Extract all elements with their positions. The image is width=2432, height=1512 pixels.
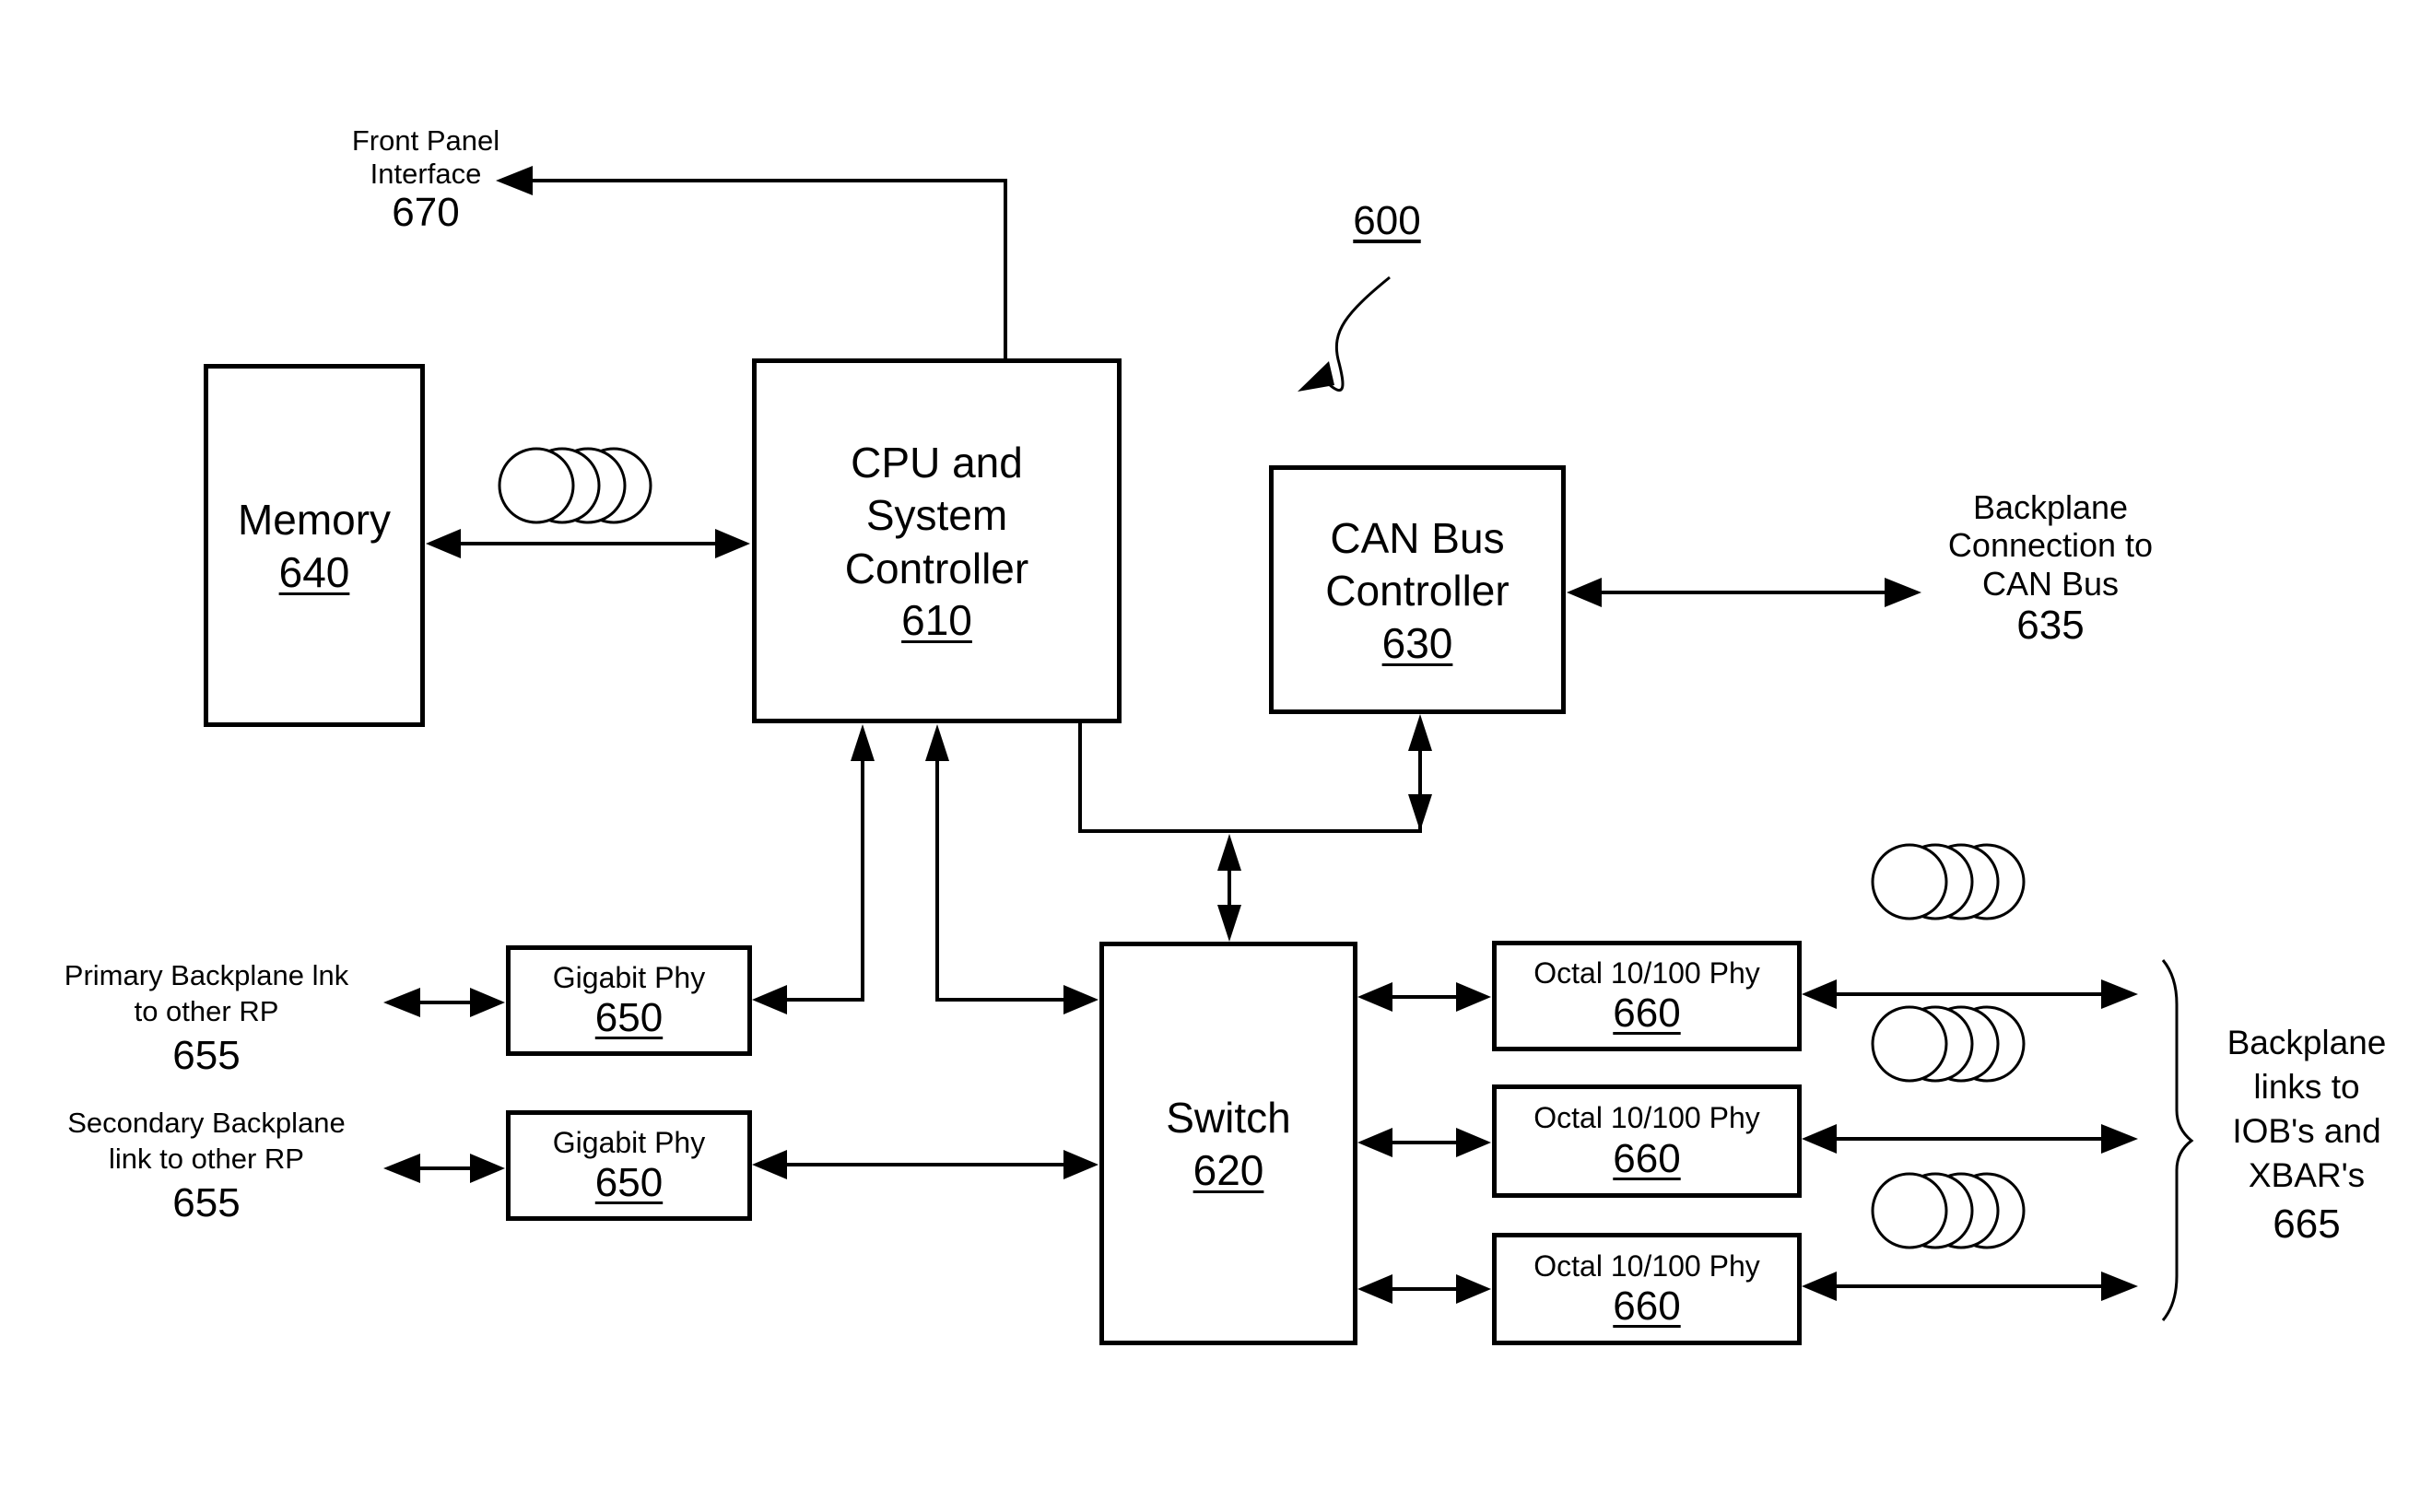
gigabit-phy-block: Gigabit Phy 650 [506,945,752,1056]
iob-links-line-3: IOB's and [2232,1112,2381,1151]
arrowhead-can-backplane [1885,578,1921,607]
octal-number: 660 [1613,1135,1681,1181]
iob-links-label: Backplane links to IOB's and XBAR's 665 [2227,1021,2387,1251]
arrowhead-switch-left-2 [1063,1150,1099,1179]
arrowhead-gigabit1-right [752,985,787,1014]
arrowhead-primary-right [470,988,505,1017]
front-panel-connector [533,179,1007,359]
arrowhead-cpu-bottom-2 [925,724,949,761]
arrowhead-gigabit2-right [752,1150,787,1179]
can-title-line-2: Controller [1325,567,1510,615]
arrowhead-switch-left-1 [1063,985,1099,1014]
disk-platter [498,447,575,524]
cpu-title-line-3: Controller [844,544,1029,592]
memory-title: Memory [237,496,392,545]
arrowhead-reference [1298,361,1334,392]
switch-title: Switch [1166,1094,1291,1143]
secondary-link-line-1: Secondary Backplane [67,1107,346,1139]
gigabit-number: 650 [594,1160,664,1206]
iob-links-number: 665 [2273,1201,2341,1248]
can-backplane-line-3: CAN Bus [1981,564,2120,603]
arrowhead-switch-right-2 [1357,1128,1392,1157]
gigabit-title: Gigabit Phy [552,960,706,994]
disk-stack-icon [498,447,652,524]
front-panel-line-1: Front Panel [351,124,500,157]
arrowhead-backplane3 [2101,1272,2138,1301]
arrowhead-front-panel [496,166,533,195]
arrowhead-octal2-left [1456,1128,1491,1157]
figure-reference: 600 [1353,198,1421,243]
iob-links-line-4: XBAR's [2248,1156,2366,1195]
cpu-title-line-2: System [865,491,1008,540]
arrowhead-backplane1 [2101,979,2138,1009]
primary-link-number: 655 [172,1032,241,1078]
gigabit-phy-block: Gigabit Phy 650 [506,1110,752,1221]
arrowhead-octal1-right [1802,979,1837,1009]
cpu-bus-connector [1078,721,1422,833]
secondary-link-label: Secondary Backplane link to other RP 655 [67,1106,346,1228]
octal-number: 660 [1613,1283,1681,1330]
octal-title: Octal 10/100 Phy [1533,1101,1760,1135]
arrowhead-octal3-right [1802,1272,1837,1301]
gigabit-title: Gigabit Phy [552,1125,706,1159]
primary-link-line-1: Primary Backplane lnk [64,959,349,991]
octal-phy-block: Octal 10/100 Phy 660 [1492,941,1802,1051]
disk-platter [1871,1005,1948,1083]
arrowhead-octal1-left [1456,982,1491,1012]
primary-link-label: Primary Backplane lnk to other RP 655 [65,958,348,1081]
arrowhead-primary-left [383,988,420,1017]
gigabit-number: 650 [594,995,664,1041]
memory-block: Memory 640 [204,364,425,727]
memory-number: 640 [278,547,350,596]
arrowhead-backplane2 [2101,1124,2138,1154]
can-title-line-1: CAN Bus [1330,513,1505,562]
disk-stack-icon [1871,1005,2026,1083]
arrowhead-can-bottom [1408,714,1432,751]
disk-platter [1871,843,1948,920]
front-panel-label: Front Panel Interface 670 [352,124,499,237]
primary-link-line-2: to other RP [134,994,279,1027]
arrowhead-bus-down-can [1408,794,1432,831]
cpu-switch-connector [935,761,1063,1002]
gigabit1-cpu-connector [787,761,864,1002]
arrowhead-can-left [1567,578,1602,607]
arrowhead-cpu-left [715,529,750,558]
octal-number: 660 [1613,990,1681,1037]
arrowhead-memory [426,529,461,558]
iob-links-line-1: Backplane [2226,1024,2387,1061]
octal-phy-block: Octal 10/100 Phy 660 [1492,1084,1802,1198]
cpu-number: 610 [901,596,972,645]
arrowhead-octal3-left [1456,1274,1491,1304]
can-backplane-label: Backplane Connection to CAN Bus 635 [1948,488,2153,650]
arrowhead-secondary-right [470,1154,505,1183]
can-backplane-line-1: Backplane [1972,488,2129,526]
switch-number: 620 [1193,1145,1264,1194]
front-panel-line-2: Interface [370,157,482,190]
can-backplane-line-2: Connection to [1947,526,2154,565]
arrowhead-switch-right-1 [1357,982,1392,1012]
cpu-block: CPU and System Controller 610 [752,358,1122,723]
iob-links-line-2: links to [2253,1068,2360,1107]
switch-block: Switch 620 [1099,942,1357,1345]
brace [2161,959,2194,1321]
octal-phy-block: Octal 10/100 Phy 660 [1492,1233,1802,1345]
arrowhead-switch-top [1217,905,1241,942]
octal-title: Octal 10/100 Phy [1533,1248,1760,1283]
disk-stack-icon [1871,1172,2026,1249]
can-bus-block: CAN Bus Controller 630 [1269,465,1566,714]
arrowhead-cpu-bottom-1 [851,724,875,761]
can-number: 630 [1381,618,1453,667]
octal-title: Octal 10/100 Phy [1533,955,1760,990]
arrowhead-octal2-right [1802,1124,1837,1154]
arrowhead-bus-up [1217,834,1241,871]
can-backplane-number: 635 [2016,603,2085,649]
cpu-title-line-1: CPU and [851,438,1023,486]
arrowhead-secondary-left [383,1154,420,1183]
disk-stack-icon [1871,843,2026,920]
secondary-link-number: 655 [172,1179,241,1225]
secondary-link-line-2: link to other RP [109,1142,304,1175]
disk-platter [1871,1172,1948,1249]
arrowhead-switch-right-3 [1357,1274,1392,1304]
front-panel-number: 670 [392,190,460,236]
